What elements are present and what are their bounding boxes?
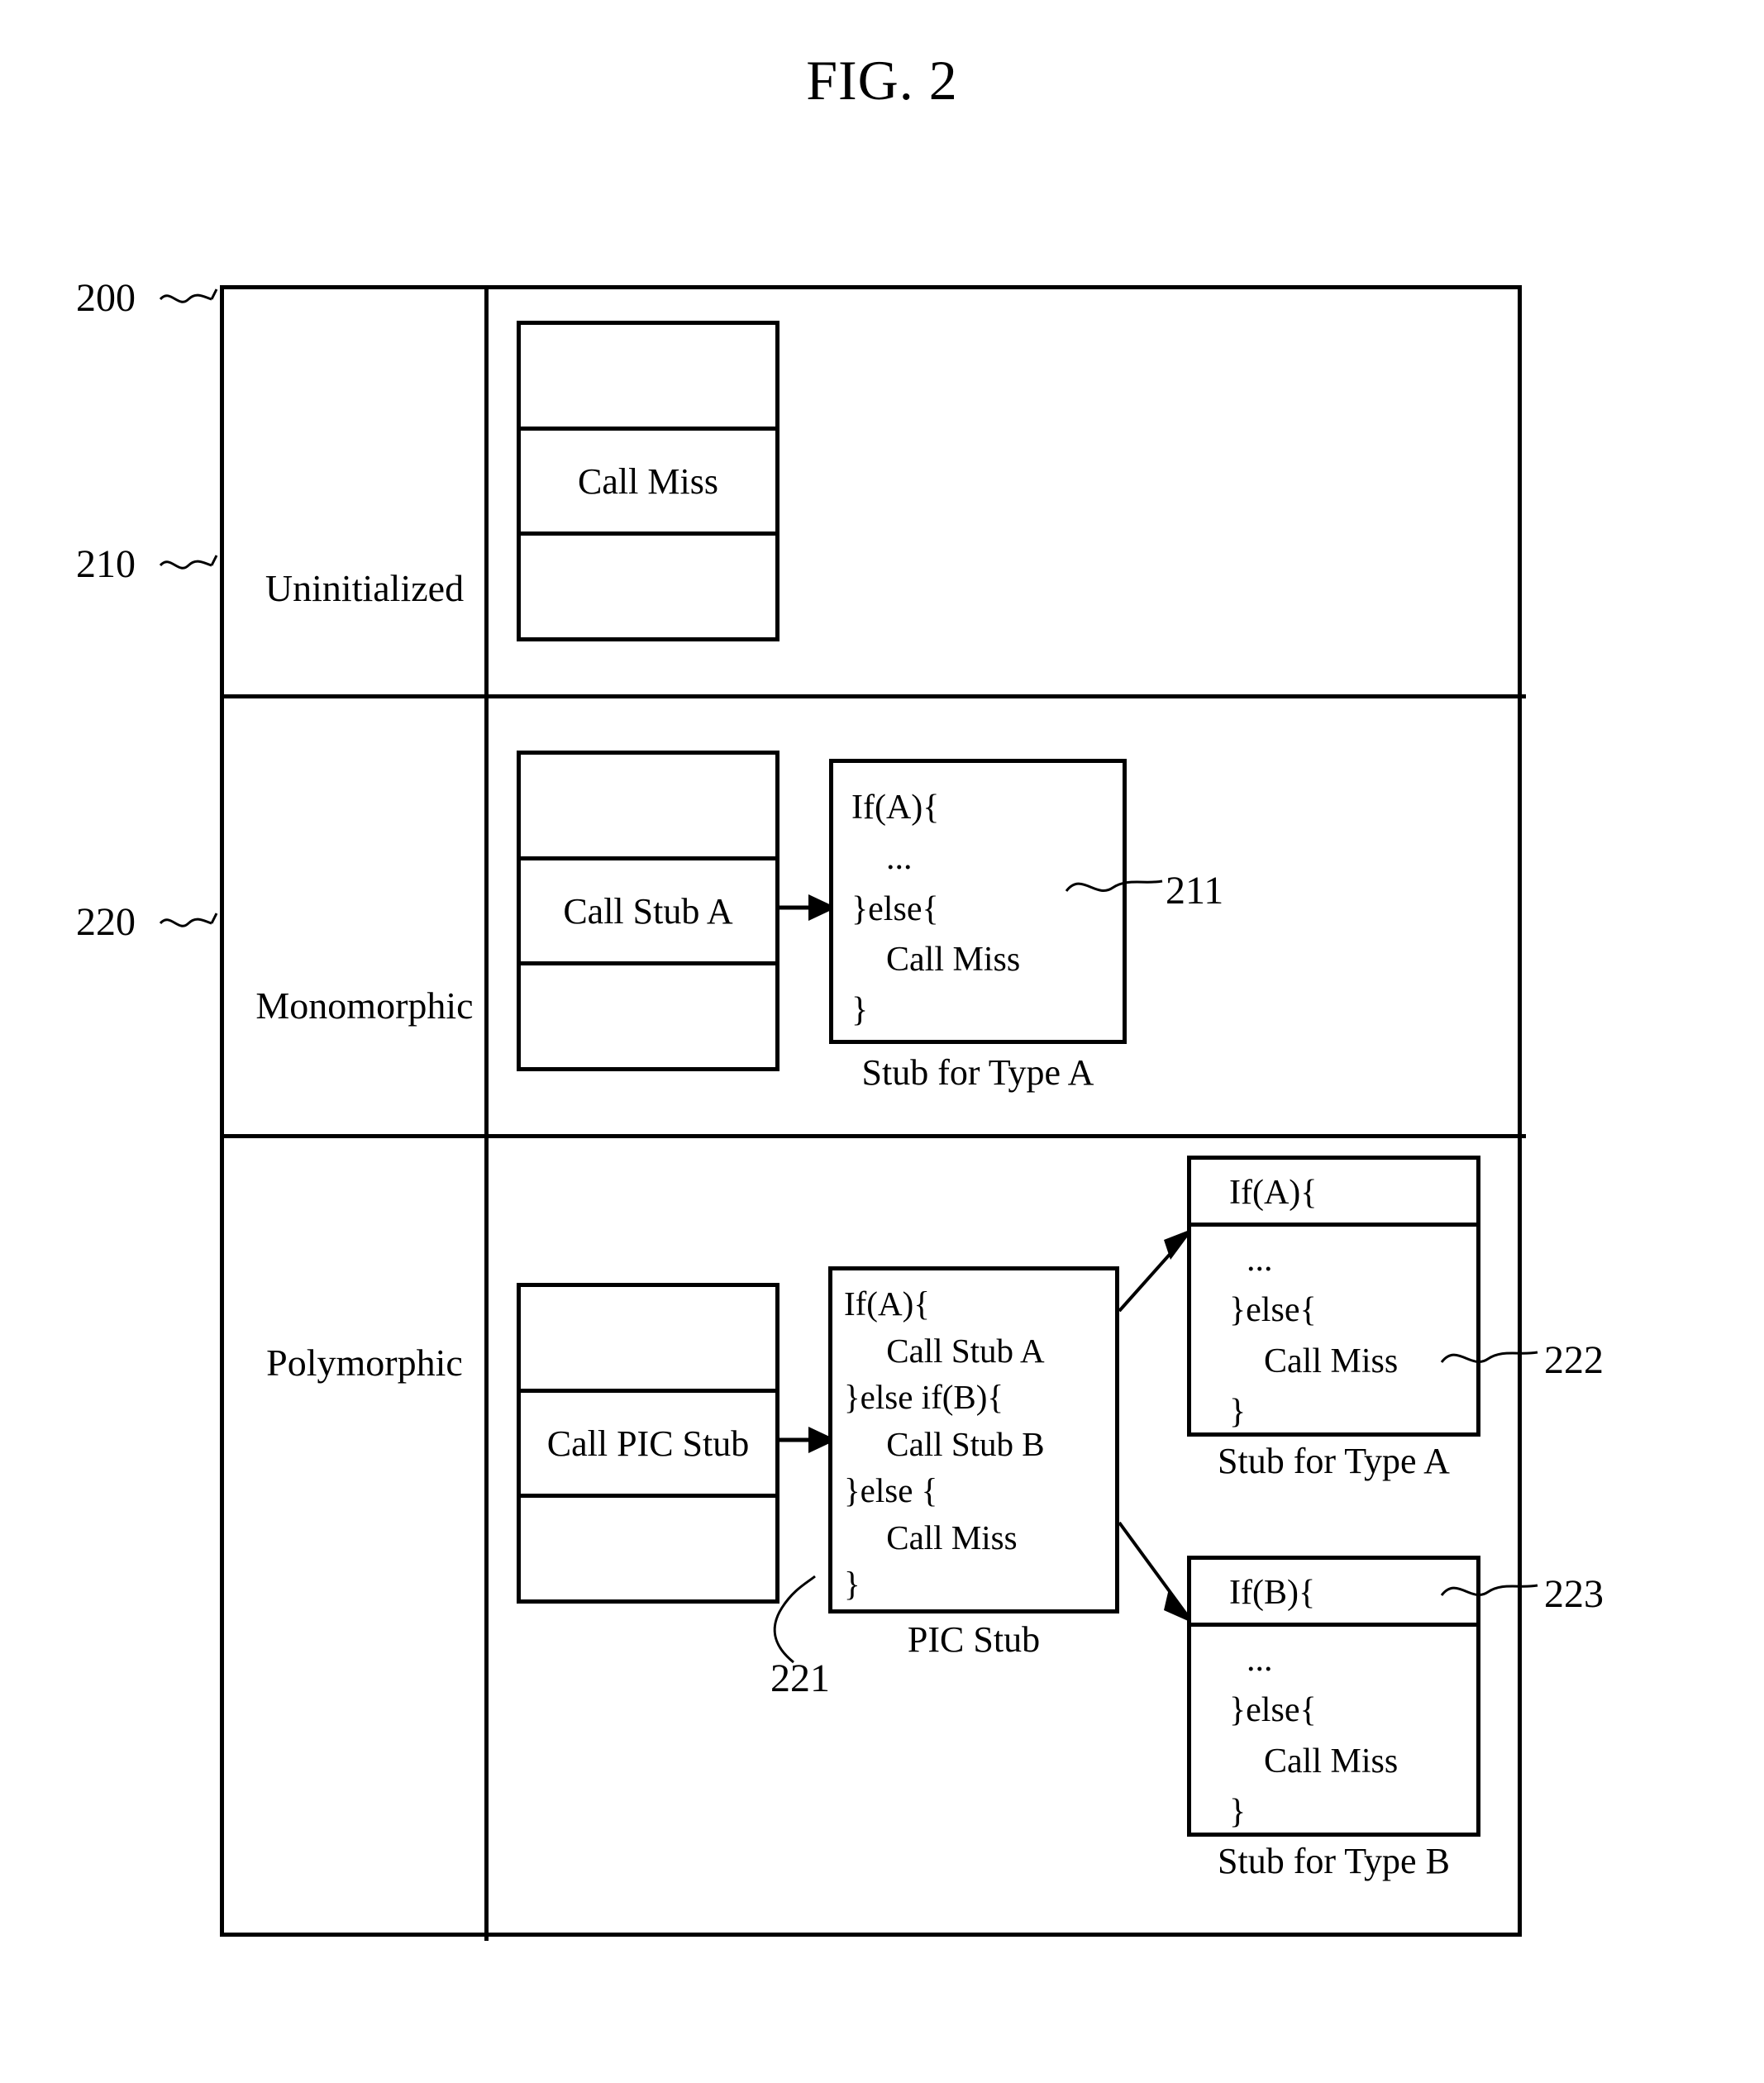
figure-title: FIG. 2: [806, 49, 958, 112]
call-site-cell-middle: Call Miss: [521, 426, 775, 536]
call-site-cell-middle: Call PIC Stub: [521, 1388, 775, 1499]
call-site-cell-bottom: [521, 1498, 775, 1599]
reference-leader-200: [159, 288, 218, 303]
reference-leader-220: [159, 913, 218, 927]
reference-numeral-200: 200: [76, 276, 136, 320]
stub-box-221-pic: If(A){ Call Stub A }else if(B){ Call Stu…: [828, 1266, 1119, 1613]
call-site-cell-bottom: [521, 965, 775, 1067]
call-site-cell-bottom: [521, 536, 775, 637]
stub-code-221: If(A){ Call Stub A }else if(B){ Call Stu…: [844, 1285, 1045, 1604]
reference-numeral-211: 211: [1166, 869, 1224, 913]
call-site-cell-top: [521, 1287, 775, 1389]
call-site-cell-middle: Call Stub A: [521, 856, 775, 966]
reference-leader-211: [1065, 879, 1163, 892]
call-site-box-polymorphic: Call PIC Stub: [517, 1283, 779, 1604]
reference-leader-210: [159, 555, 218, 570]
reference-numeral-222: 222: [1544, 1338, 1604, 1382]
stub-caption-221: PIC Stub: [907, 1619, 1041, 1660]
reference-leader-223: [1440, 1584, 1538, 1596]
state-label-polymorphic: Polymorphic: [266, 1342, 463, 1384]
stub-head-223: If(B){: [1191, 1560, 1476, 1627]
arrow-callsite-to-stub-211: [775, 894, 837, 921]
stub-caption-211: Stub for Type A: [861, 1052, 1094, 1093]
state-label-uninitialized: Uninitialized: [265, 567, 465, 609]
call-site-box-monomorphic: Call Stub A: [517, 751, 779, 1071]
stub-box-222: If(A){ ... }else{ Call Miss }: [1187, 1156, 1480, 1437]
row-divider: [224, 1134, 1526, 1138]
stub-box-223: If(B){ ... }else{ Call Miss }: [1187, 1556, 1480, 1837]
reference-numeral-223: 223: [1544, 1572, 1604, 1616]
reference-numeral-220: 220: [76, 900, 136, 944]
call-site-cell-top: [521, 325, 775, 427]
column-divider: [484, 289, 489, 1941]
state-label-monomorphic: Monomorphic: [255, 984, 474, 1027]
reference-leader-222: [1440, 1351, 1538, 1363]
row-divider: [224, 694, 1526, 698]
reference-leader-221: [773, 1575, 816, 1664]
stub-caption-223: Stub for Type B: [1218, 1841, 1450, 1881]
reference-numeral-210: 210: [76, 542, 136, 586]
call-site-cell-top: [521, 755, 775, 856]
arrow-callsite-to-pic-stub: [775, 1427, 837, 1453]
stub-code-223: ... }else{ Call Miss }: [1229, 1641, 1399, 1831]
call-site-box-uninitialized: Call Miss: [517, 321, 779, 641]
stub-head-222: If(A){: [1191, 1160, 1476, 1227]
stub-code-222: ... }else{ Call Miss }: [1229, 1241, 1399, 1431]
stub-caption-222: Stub for Type A: [1218, 1441, 1450, 1481]
